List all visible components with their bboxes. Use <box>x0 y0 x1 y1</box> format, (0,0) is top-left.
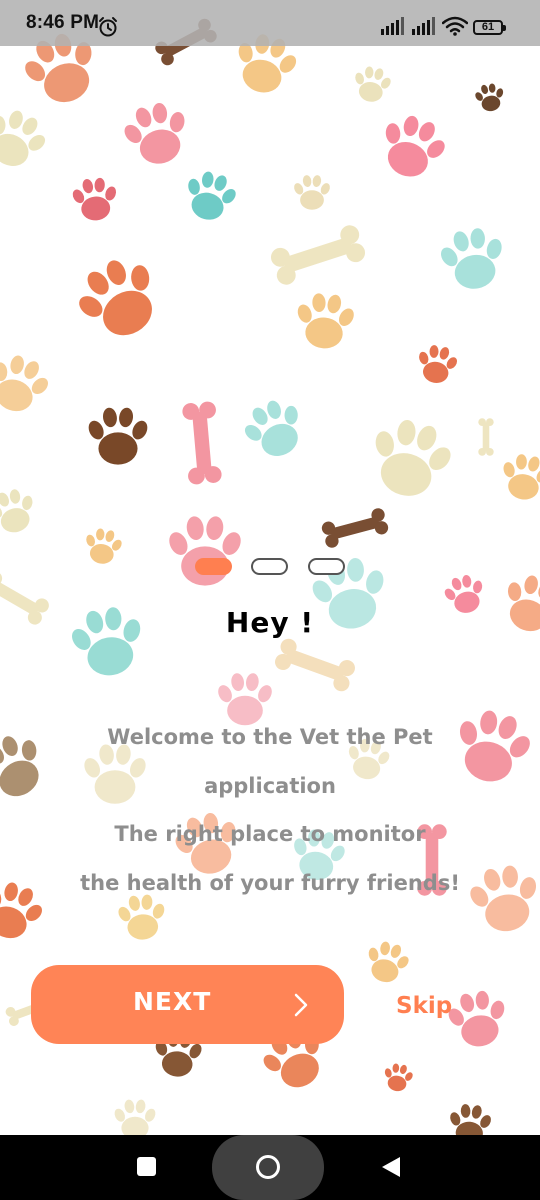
welcome-line: the health of your furry friends! <box>80 870 460 895</box>
welcome-message: Welcome to the Vet the Pet application T… <box>20 714 520 908</box>
wifi-icon <box>442 16 468 36</box>
battery-icon: 61 <box>473 20 506 35</box>
next-button-label: NEXT <box>133 987 212 1016</box>
back-icon[interactable] <box>381 1156 401 1178</box>
status-time: 8:46 PM <box>26 12 100 33</box>
chevron-right-icon <box>294 993 308 1017</box>
welcome-line: Welcome to the Vet the Pet <box>107 725 433 749</box>
skip-button[interactable]: Skip <box>396 993 452 1019</box>
welcome-line: application <box>204 773 336 798</box>
status-bar: 8:46 PM 61 <box>0 0 540 46</box>
welcome-line: The right place to monitor <box>114 822 426 846</box>
home-icon <box>256 1155 280 1179</box>
next-button[interactable]: NEXT <box>31 965 344 1044</box>
page-dot[interactable] <box>308 558 345 575</box>
signal-icon <box>381 17 404 35</box>
page-dot[interactable] <box>251 558 288 575</box>
headline: Hey ! <box>225 606 315 639</box>
navigation-bar <box>0 1135 540 1200</box>
recent-apps-icon[interactable] <box>137 1157 156 1176</box>
signal-icon <box>412 17 435 35</box>
onboarding-screen: 8:46 PM 61 Hey ! Welcome to the Vet the … <box>0 0 540 1200</box>
page-dot-active[interactable] <box>195 558 232 575</box>
alarm-icon <box>99 17 117 37</box>
home-button[interactable] <box>212 1135 324 1200</box>
